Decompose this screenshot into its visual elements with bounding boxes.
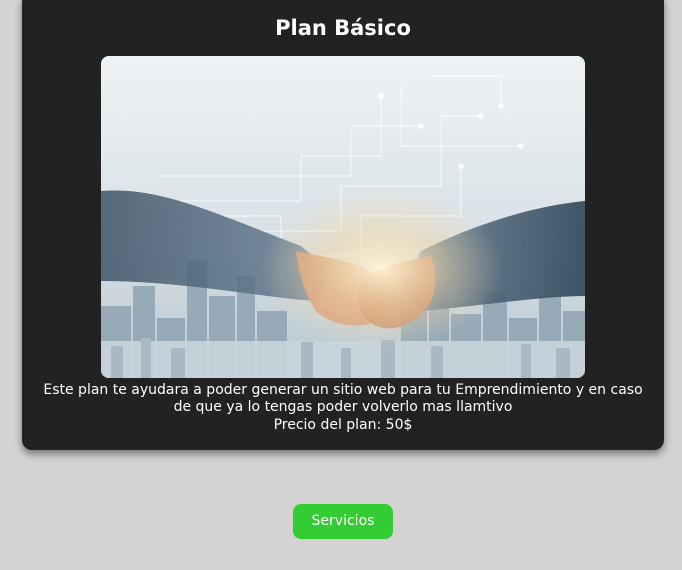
plan-price: Precio del plan: 50$ [273, 417, 413, 433]
plan-card: Plan Básico Este plan te ayudara a poder… [22, 0, 664, 450]
plan-description: Este plan te ayudara a poder generar un … [43, 382, 643, 415]
plan-title: Plan Básico [275, 16, 411, 40]
services-button[interactable]: Servicios [293, 504, 393, 539]
handshake-city-image [101, 56, 585, 378]
